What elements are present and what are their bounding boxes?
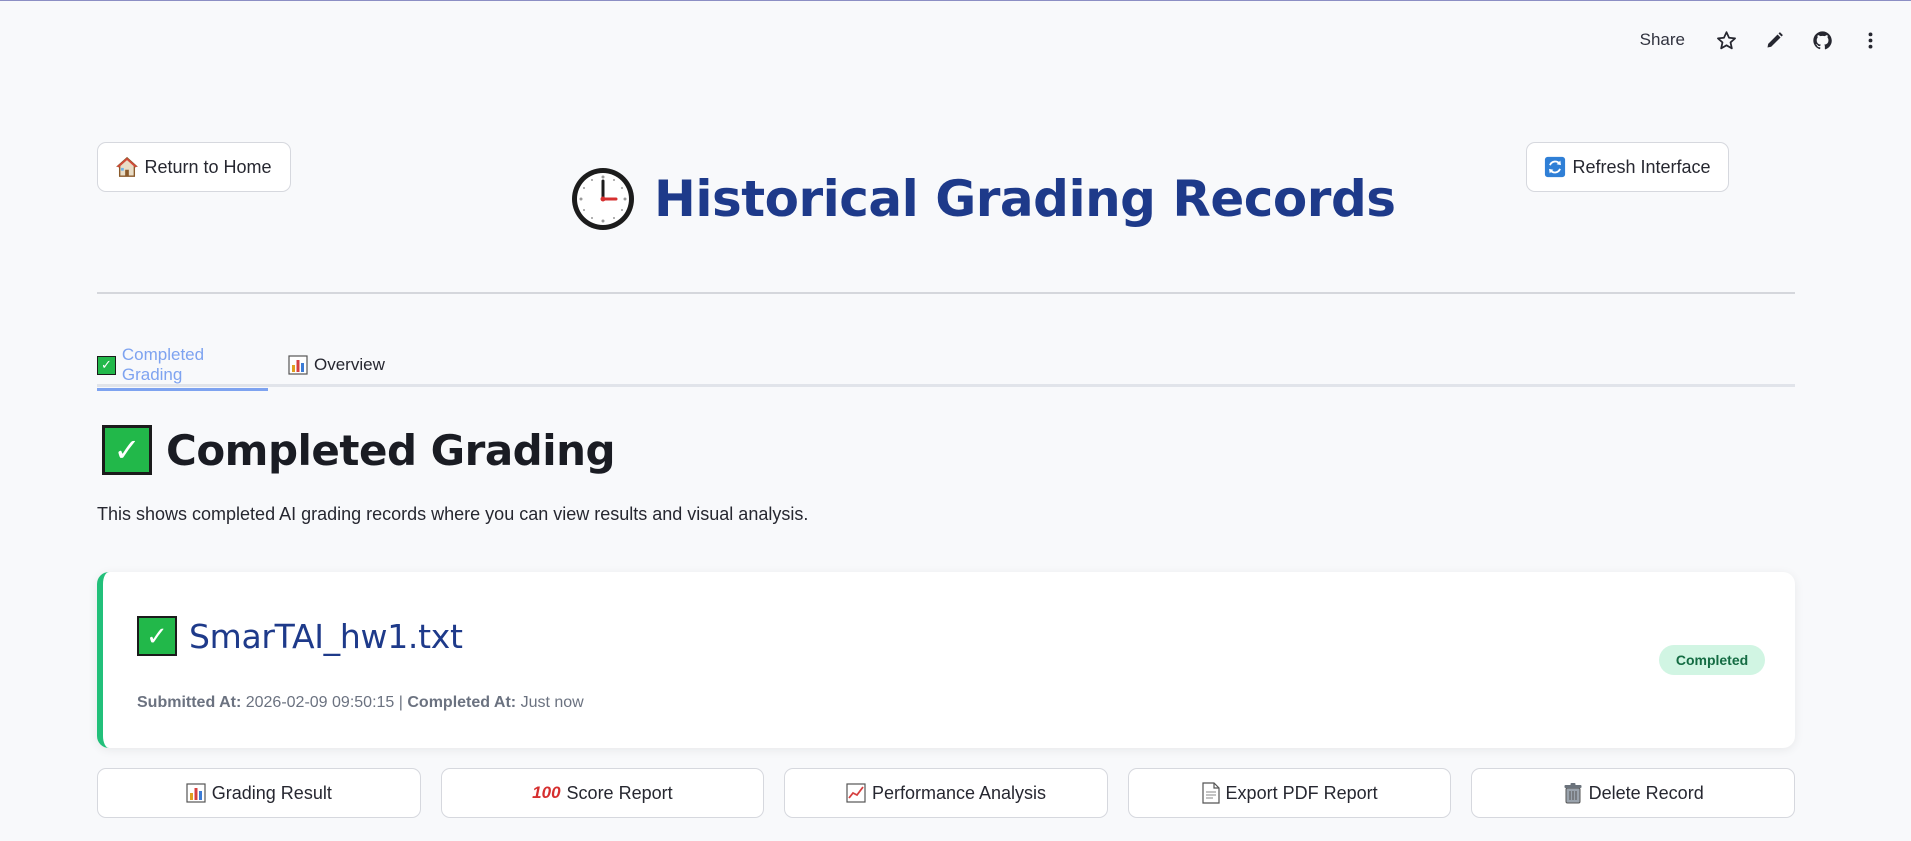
refresh-interface-label: Refresh Interface <box>1572 156 1711 177</box>
trend-chart-icon <box>846 783 866 803</box>
record-meta: Submitted At: 2026-02-09 09:50:15 | Comp… <box>137 694 584 712</box>
export-pdf-label: Export PDF Report <box>1225 782 1378 803</box>
share-link[interactable]: Share <box>1640 30 1685 50</box>
hundred-points-icon: 100 <box>532 783 561 802</box>
grading-result-button[interactable]: Grading Result <box>97 768 421 818</box>
clock-icon <box>572 167 634 230</box>
header-divider <box>97 292 1795 294</box>
grading-result-label: Grading Result <box>211 782 332 803</box>
document-icon <box>1201 782 1220 804</box>
more-vertical-icon[interactable] <box>1859 29 1881 51</box>
refresh-icon <box>1545 156 1566 178</box>
section-title: Completed Grading <box>166 425 616 475</box>
refresh-interface-button[interactable]: Refresh Interface <box>1526 142 1729 192</box>
check-box-icon: ✓ <box>97 355 116 375</box>
delete-record-button[interactable]: Delete Record <box>1471 768 1795 818</box>
tab-bar-baseline <box>97 384 1795 387</box>
check-box-icon: ✓ <box>137 616 177 656</box>
return-home-button[interactable]: Return to Home <box>97 142 291 192</box>
performance-analysis-button[interactable]: Performance Analysis <box>784 768 1108 818</box>
submitted-value: 2026-02-09 09:50:15 <box>245 694 395 711</box>
tab-overview-label: Overview <box>314 355 385 374</box>
record-actions: Grading Result 100 Score Report Performa… <box>97 768 1795 818</box>
page-title: Historical Grading Records <box>654 169 1396 228</box>
grading-record-card: ✓ SmarTAI_hw1.txt Submitted At: 2026-02-… <box>97 572 1795 748</box>
house-icon <box>116 156 139 177</box>
return-home-label: Return to Home <box>144 156 272 177</box>
github-icon[interactable] <box>1811 29 1833 51</box>
delete-record-label: Delete Record <box>1588 782 1704 803</box>
score-report-label: Score Report <box>566 782 673 803</box>
status-badge: Completed <box>1659 645 1765 675</box>
trash-icon <box>1564 783 1582 804</box>
tab-completed-grading[interactable]: ✓ Completed Grading <box>97 345 268 391</box>
completed-label: Completed At: <box>407 694 517 711</box>
tab-overview[interactable]: Overview <box>288 346 385 384</box>
completed-value: Just now <box>520 694 584 711</box>
performance-analysis-label: Performance Analysis <box>871 782 1047 803</box>
section-description: This shows completed AI grading records … <box>97 504 809 524</box>
page-header: Historical Grading Records <box>570 161 1396 236</box>
tab-completed-grading-label: Completed Grading <box>121 345 205 384</box>
app-toolbar: Share <box>1640 25 1881 55</box>
edit-pencil-icon[interactable] <box>1763 29 1785 51</box>
record-file-name: SmarTAI_hw1.txt <box>189 616 463 656</box>
meta-separator: | <box>398 694 403 711</box>
score-report-button[interactable]: 100 Score Report <box>440 768 765 818</box>
bar-chart-icon <box>288 355 308 375</box>
record-title: ✓ SmarTAI_hw1.txt <box>137 616 463 656</box>
section-header: ✓ Completed Grading <box>102 425 616 475</box>
submitted-label: Submitted At: <box>137 694 242 711</box>
bar-chart-icon <box>186 783 206 803</box>
tab-bar: ✓ Completed Grading Overview <box>97 339 1795 391</box>
check-box-icon: ✓ <box>102 425 152 475</box>
active-tab-indicator <box>97 388 268 391</box>
export-pdf-button[interactable]: Export PDF Report <box>1127 768 1452 818</box>
star-icon[interactable] <box>1715 29 1737 51</box>
